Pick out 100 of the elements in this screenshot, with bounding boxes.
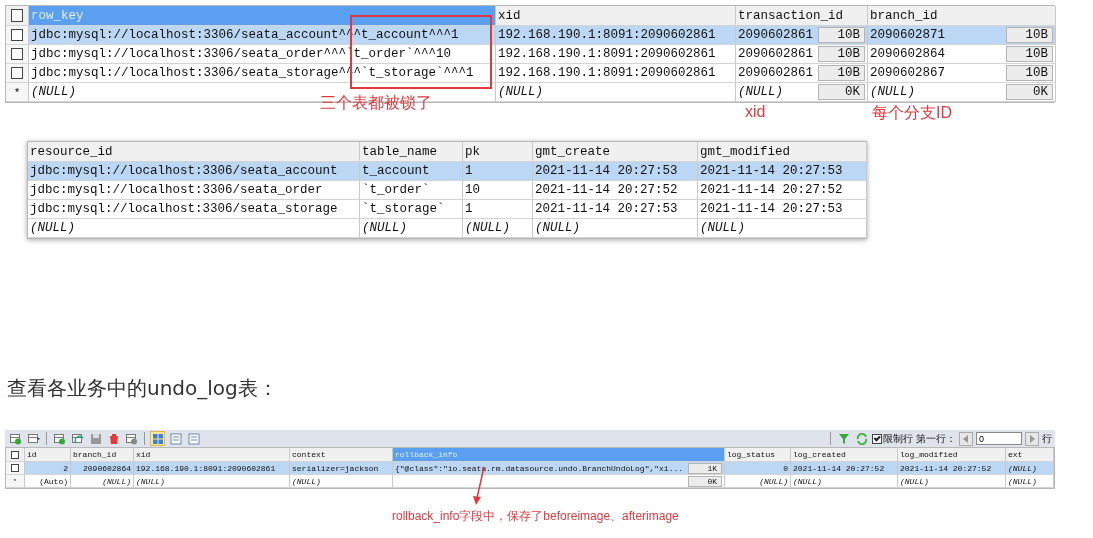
cell-text: (NULL) [362, 221, 407, 235]
first-row-field[interactable]: 0 [976, 432, 1022, 445]
column-header[interactable]: log_modified [898, 448, 1006, 462]
cell-text: (NULL) [900, 476, 929, 486]
cell-text: 1 [465, 164, 473, 178]
cell-text: jdbc:mysql://localhost:3306/seata_account [30, 164, 338, 178]
checkbox[interactable] [10, 9, 24, 22]
cell-text: jdbc:mysql://localhost:3306/seata_order [30, 183, 323, 197]
cell-text: `t_order` [362, 183, 430, 197]
column-header[interactable]: gmt_create [533, 142, 698, 162]
cell-text: 2021-11-14 20:27:53 [535, 202, 678, 216]
cell-text: (NULL) [700, 221, 745, 235]
annotation: 三个表都被锁了 [320, 93, 432, 113]
cell-text: (NULL) [1008, 463, 1037, 473]
blob-button[interactable]: 10B [817, 46, 865, 62]
annotation: 每个分支ID [872, 103, 952, 123]
column-header[interactable]: resource_id [28, 142, 360, 162]
checkbox-label: 限制行 [883, 431, 913, 446]
cell-text: 2021-11-14 20:27:52 [900, 463, 992, 473]
cell-text: 2090602861 [738, 28, 813, 42]
cell-text: 192.168.190.1:8091:2090602861 [136, 463, 276, 473]
right-arrow-icon [1029, 434, 1035, 443]
column-header[interactable]: pk [463, 142, 533, 162]
table-close-icon[interactable] [124, 431, 139, 446]
cell-text: (NULL) [759, 476, 788, 486]
column-header[interactable]: xid [134, 448, 290, 462]
column-header[interactable]: id [25, 448, 71, 462]
new-row-marker: * [14, 86, 20, 98]
column-header[interactable]: gmt_modified [698, 142, 867, 162]
column-header[interactable]: table_name [360, 142, 463, 162]
cell-text: 2021-11-14 20:27:53 [700, 202, 843, 216]
row-checkbox[interactable] [10, 66, 24, 80]
blob-button[interactable]: 10B [1005, 27, 1053, 43]
grid-view-icon[interactable] [150, 431, 165, 446]
blob-button[interactable]: 10B [1005, 46, 1053, 62]
cell-text: (NULL) [30, 221, 75, 235]
column-header[interactable]: transaction_id [736, 6, 868, 26]
cell-text: 2021-11-14 20:27:52 [535, 183, 678, 197]
cell-text: 2090602861 [738, 47, 813, 61]
left-arrow-icon [963, 434, 969, 443]
blob-button[interactable]: 10B [1005, 65, 1053, 81]
cell-text: `t_storage` [362, 202, 445, 216]
cell-text: {"@class":"io.seata.rm.datasource.undo.BranchUndoLog","xi... [395, 463, 684, 473]
cell-text: 192.168.190.1:8091:2090602861 [498, 66, 716, 80]
cell-text: 2090602864 [83, 463, 131, 473]
cell-text: 10 [465, 183, 480, 197]
cell-text: 2021-11-14 20:27:52 [793, 463, 885, 473]
column-header[interactable]: log_status [725, 448, 791, 462]
paragraph: 查看各业务中的undo_log表： [7, 375, 279, 402]
cell-text: (NULL) [870, 85, 915, 99]
column-header[interactable]: log_created [791, 448, 898, 462]
cell-text: 2090602864 [870, 47, 945, 61]
cell-text: t_account [362, 164, 430, 178]
annotation: rollback_info字段中，保存了beforeimage、afterimage [392, 508, 679, 525]
cell-text: 192.168.190.1:8091:2090602861 [498, 47, 716, 61]
blob-button[interactable]: 0K [817, 84, 865, 100]
cell-text: (NULL) [102, 476, 131, 486]
cell-text: (NULL) [535, 221, 580, 235]
rows-label: 行 [1042, 431, 1052, 446]
cell-text: 192.168.190.1:8091:2090602861 [498, 28, 716, 42]
checkbox[interactable] [872, 433, 882, 444]
row-checkbox[interactable] [10, 47, 24, 61]
blob-button[interactable]: 0K [1005, 84, 1053, 100]
column-header[interactable]: branch_id [71, 448, 134, 462]
cell-text: (NULL) [738, 85, 783, 99]
cell-text: (NULL) [793, 476, 822, 486]
previous-button[interactable] [959, 431, 973, 446]
cell-text: (NULL) [31, 85, 76, 99]
next-button[interactable] [1025, 431, 1039, 446]
column-header[interactable]: ext [1006, 448, 1054, 462]
column-header[interactable]: context [290, 448, 393, 462]
cell-text: 2021-11-14 20:27:53 [700, 164, 843, 178]
row-checkbox[interactable] [11, 464, 19, 472]
cell-text: (NULL) [292, 476, 321, 486]
cell-text: (NULL) [498, 85, 543, 99]
cell-text: jdbc:mysql://localhost:3306/seata_storage [30, 202, 338, 216]
blob-button[interactable]: 1K [688, 462, 722, 474]
cell-text: 2090602861 [738, 66, 813, 80]
table-menu-icon[interactable] [26, 431, 41, 446]
blob-button[interactable]: 10B [817, 27, 865, 43]
cell-text: (NULL) [136, 476, 165, 486]
cell-text: (NULL) [465, 221, 510, 235]
first-row-label: 第一行： [916, 431, 956, 446]
cell-text: 0 [783, 463, 788, 473]
column-header[interactable]: branch_id [868, 6, 1056, 26]
checkbox[interactable] [11, 450, 19, 459]
cell-text: 1 [465, 202, 473, 216]
cell-text: 2090602867 [870, 66, 945, 80]
blob-button[interactable]: 10B [817, 65, 865, 81]
cell-text: serializer=jackson [292, 463, 379, 473]
table-add-icon[interactable] [52, 431, 67, 446]
table-add-icon[interactable] [8, 431, 23, 446]
column-header[interactable]: xid [496, 6, 736, 26]
cell-text: 2 [63, 463, 68, 473]
blob-button[interactable]: 0K [688, 475, 722, 487]
refresh-table-icon[interactable] [70, 431, 85, 446]
annotation: xid [745, 103, 766, 121]
cell-text: 2021-11-14 20:27:52 [700, 183, 843, 197]
cell-text: (NULL) [1008, 476, 1037, 486]
row-checkbox[interactable] [10, 28, 24, 42]
